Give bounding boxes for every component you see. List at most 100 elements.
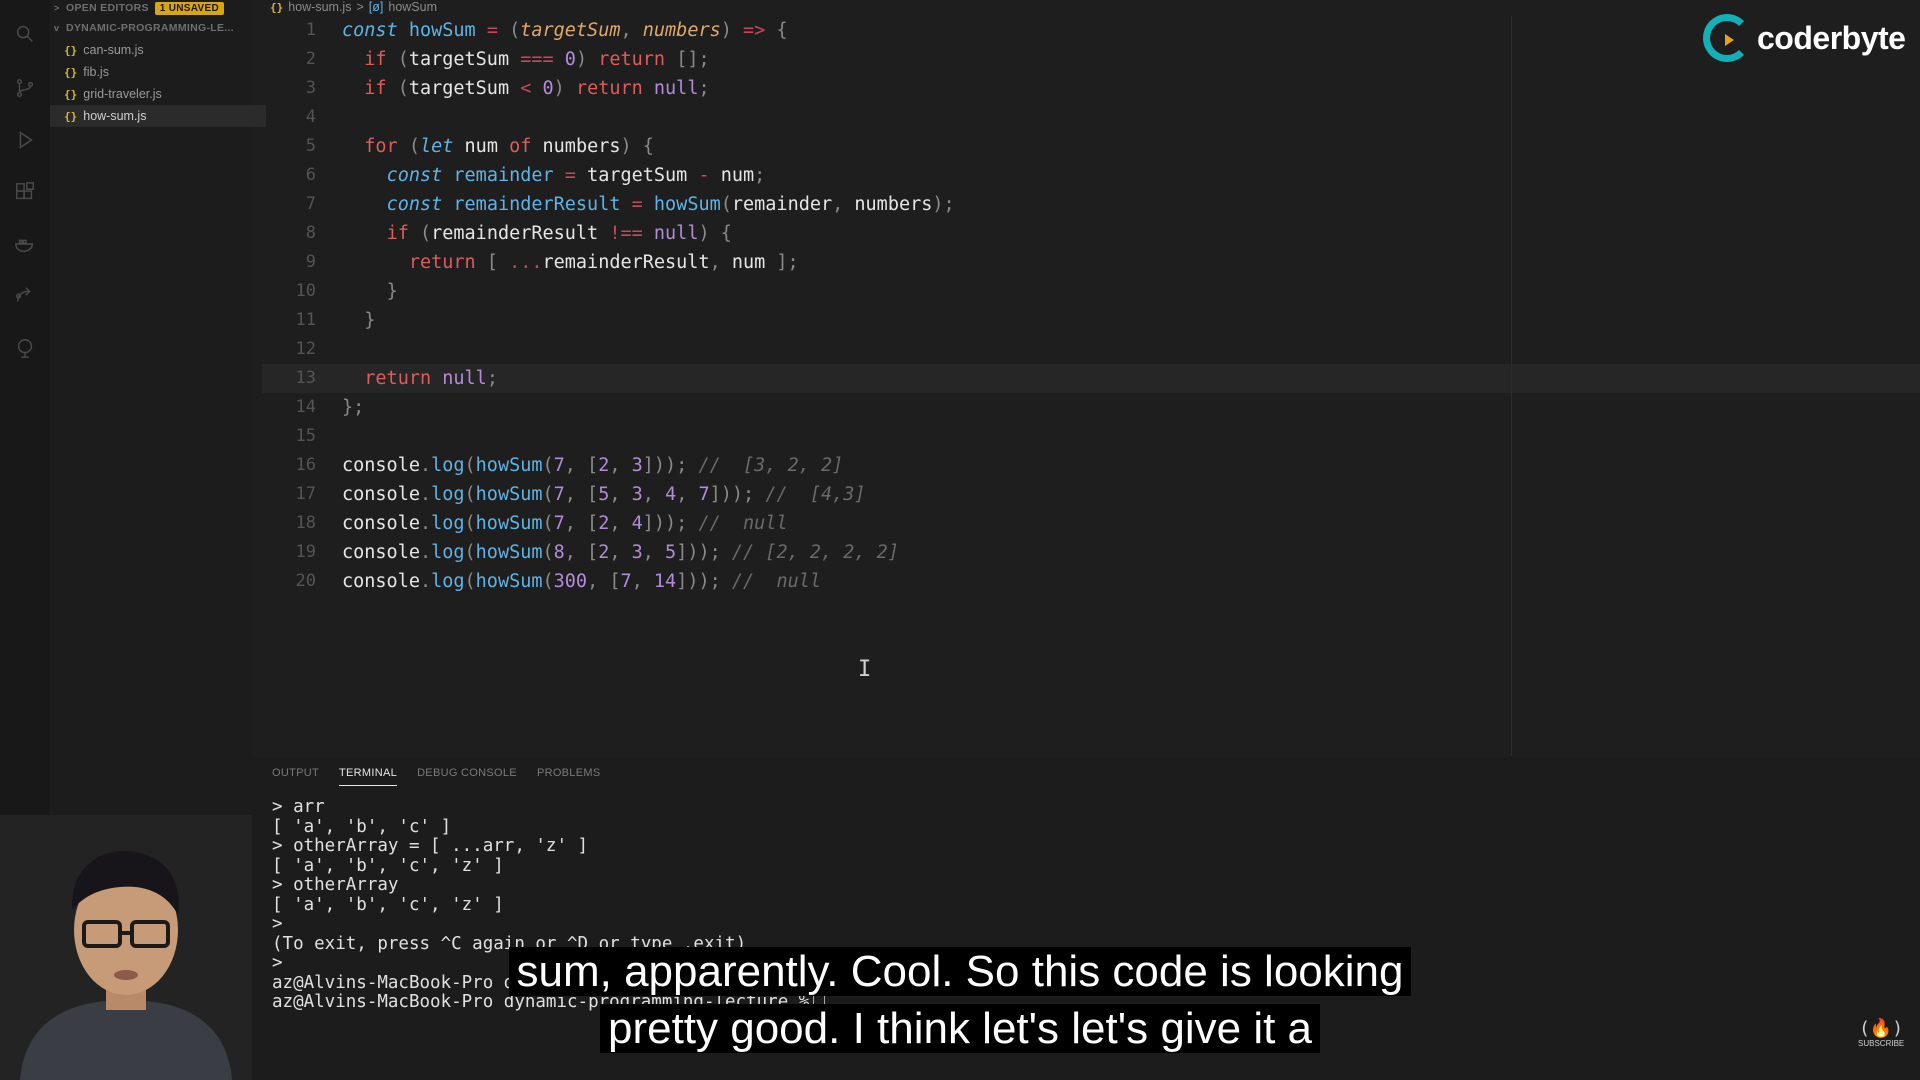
live-share-icon[interactable] <box>13 284 37 308</box>
line-number: 5 <box>305 136 316 156</box>
terminal-line: [ 'a', 'b', 'c', 'z' ] <box>272 894 504 915</box>
code-line[interactable]: 20 console.log(howSum(300, [7, 14])); // … <box>262 567 1920 596</box>
code-line[interactable]: 18 console.log(howSum(7, [2, 4])); // nul… <box>262 509 1920 538</box>
run-debug-icon[interactable] <box>13 128 37 152</box>
file-name: fib.js <box>83 65 109 79</box>
line-number: 8 <box>305 223 316 243</box>
code-line[interactable]: 14}; <box>262 393 1920 422</box>
fcc-watermark[interactable]: (🔥) SUBSCRIBE <box>1858 1018 1904 1048</box>
tab-terminal[interactable]: TERMINAL <box>339 767 398 786</box>
line-number: 1 <box>305 20 316 40</box>
js-file-icon: {} <box>64 43 78 57</box>
code-text: console.log(howSum(7, [2, 3])); // [3, 2… <box>342 455 844 476</box>
line-number: 12 <box>295 339 316 359</box>
editor-ruler <box>1511 16 1512 756</box>
js-file-icon: {} <box>64 87 78 101</box>
breadcrumb-file[interactable]: how-sum.js <box>288 0 351 14</box>
file-name: grid-traveler.js <box>83 87 162 101</box>
code-line[interactable]: 3 if (targetSum < 0) return null; <box>262 74 1920 103</box>
code-text: const remainderResult = howSum(remainder… <box>386 194 955 215</box>
code-line[interactable]: 13 return null; <box>262 364 1920 393</box>
tab-debug-console[interactable]: DEBUG CONSOLE <box>417 767 517 786</box>
code-line[interactable]: 17 console.log(howSum(7, [5, 3, 4, 7])); … <box>262 480 1920 509</box>
code-text: return [ ...remainderResult, num ]; <box>408 252 799 273</box>
js-file-icon: {} <box>270 0 284 14</box>
file-item[interactable]: {} grid-traveler.js <box>50 83 266 105</box>
code-text: console.log(howSum(300, [7, 14])); // nu… <box>342 571 821 592</box>
line-number: 9 <box>305 252 316 272</box>
subtitle-text: sum, apparently. Cool. So this code is l… <box>508 947 1412 996</box>
line-number: 11 <box>295 310 316 330</box>
line-number: 13 <box>295 368 316 388</box>
code-line[interactable]: 12 <box>262 335 1920 364</box>
code-line[interactable]: 19 console.log(howSum(8, [2, 3, 5])); // … <box>262 538 1920 567</box>
folder-header[interactable]: v DYNAMIC-PROGRAMMING-LE... <box>50 17 252 39</box>
code-line[interactable]: 6 const remainder = targetSum - num; <box>262 161 1920 190</box>
line-number: 18 <box>295 513 316 533</box>
code-text: return null; <box>364 368 498 389</box>
line-number: 16 <box>295 455 316 475</box>
code-text: console.log(howSum(7, [2, 4])); // null <box>342 513 788 534</box>
code-line[interactable]: 8 if (remainderResult !== null) { <box>262 219 1920 248</box>
line-number: 6 <box>305 165 316 185</box>
file-name: how-sum.js <box>83 109 147 123</box>
line-number: 20 <box>295 571 316 591</box>
file-item[interactable]: {} fib.js <box>50 61 266 83</box>
code-line[interactable]: 2 if (targetSum === 0) return []; <box>262 45 1920 74</box>
file-name: can-sum.js <box>83 43 144 57</box>
extensions-icon[interactable] <box>13 180 37 204</box>
breadcrumb-symbol[interactable]: howSum <box>388 0 437 14</box>
line-number: 15 <box>295 426 316 446</box>
breadcrumb-separator: > <box>356 0 364 14</box>
line-number: 17 <box>295 484 316 504</box>
code-line[interactable]: 4 <box>262 103 1920 132</box>
unsaved-badge: 1 UNSAVED <box>154 1 224 15</box>
code-line[interactable]: 7 const remainderResult = howSum(remaind… <box>262 190 1920 219</box>
line-number: 19 <box>295 542 316 562</box>
code-text: for (let num of numbers) { <box>364 136 654 157</box>
chevron-down-icon: v <box>54 23 60 33</box>
coderbyte-logo-icon <box>1703 14 1751 62</box>
code-line[interactable]: 9 return [ ...remainderResult, num ]; <box>262 248 1920 277</box>
code-line[interactable]: 16 console.log(howSum(7, [2, 3])); // [3,… <box>262 451 1920 480</box>
code-line[interactable]: 1 const howSum = (targetSum, numbers) => … <box>262 16 1920 45</box>
subtitle-line: pretty good. I think let's let's give it… <box>0 1002 1920 1056</box>
code-text: console.log(howSum(7, [5, 3, 4, 7])); //… <box>342 484 866 505</box>
line-number: 7 <box>305 194 316 214</box>
code-text: if (remainderResult !== null) { <box>386 223 732 244</box>
docker-icon[interactable] <box>13 232 37 256</box>
coderbyte-logo: coderbyte <box>1703 14 1906 62</box>
code-line[interactable]: 11 } <box>262 306 1920 335</box>
search-icon[interactable] <box>13 22 37 46</box>
panel-tabs: OUTPUT TERMINAL DEBUG CONSOLE PROBLEMS <box>272 767 620 786</box>
open-editors-label: OPEN EDITORS <box>66 2 149 14</box>
code-text: } <box>364 310 376 331</box>
code-line[interactable]: 5 for (let num of numbers) { <box>262 132 1920 161</box>
line-number: 10 <box>295 281 316 301</box>
code-text: if (targetSum < 0) return null; <box>364 78 710 99</box>
mouse-cursor-icon: I <box>858 657 872 682</box>
line-number: 4 <box>305 107 316 127</box>
tab-output[interactable]: OUTPUT <box>272 767 319 786</box>
folder-label: DYNAMIC-PROGRAMMING-LE... <box>66 22 234 34</box>
code-text: console.log(howSum(8, [2, 3, 5])); // [2… <box>342 542 899 563</box>
code-text: } <box>386 281 398 302</box>
js-file-icon: {} <box>64 109 78 123</box>
code-line[interactable]: 10 } <box>262 277 1920 306</box>
code-text: }; <box>342 397 365 418</box>
file-item[interactable]: {} can-sum.js <box>50 39 266 61</box>
code-text: const remainder = targetSum - num; <box>386 165 766 186</box>
remote-explorer-icon[interactable] <box>13 336 37 360</box>
chevron-right-icon: > <box>54 3 60 13</box>
fcc-logo-icon: (🔥) <box>1859 1018 1904 1039</box>
tab-problems[interactable]: PROBLEMS <box>537 767 601 786</box>
code-text: if (targetSum === 0) return []; <box>364 49 710 70</box>
source-control-icon[interactable] <box>13 76 37 100</box>
file-item-active[interactable]: {} how-sum.js <box>50 105 266 127</box>
code-line[interactable]: 15 <box>262 422 1920 451</box>
code-text: const howSum = (targetSum, numbers) => { <box>342 20 788 41</box>
code-editor[interactable]: 1 const howSum = (targetSum, numbers) => … <box>262 16 1920 756</box>
subtitle-line: sum, apparently. Cool. So this code is l… <box>0 945 1920 999</box>
line-number: 3 <box>305 78 316 98</box>
symbol-icon: [ø] <box>368 0 384 14</box>
